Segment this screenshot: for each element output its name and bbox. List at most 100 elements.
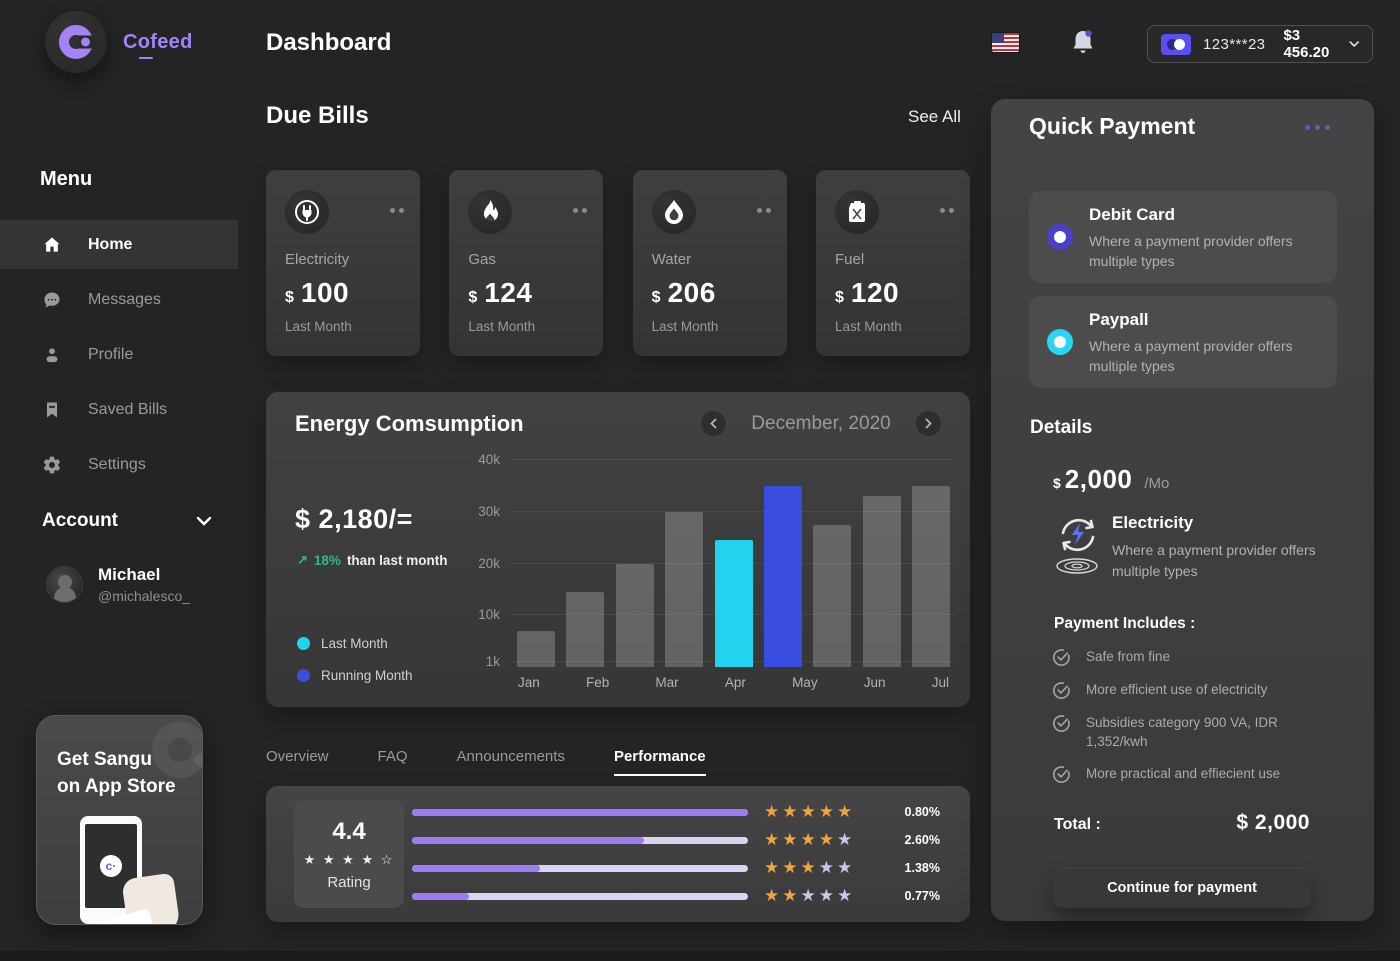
chart-bars — [512, 460, 955, 667]
rating-progress — [412, 865, 748, 872]
chart-bar[interactable] — [863, 496, 901, 667]
sidebar-item-saved-bills[interactable]: Saved Bills — [0, 385, 238, 434]
sidebar-item-settings[interactable]: Settings — [0, 440, 238, 489]
rating-progress — [412, 837, 748, 844]
chart-bar[interactable] — [616, 564, 654, 668]
monthly-price: $ 2,000 /Mo — [1053, 464, 1169, 495]
tab-performance[interactable]: Performance — [614, 748, 706, 776]
page-title: Dashboard — [266, 29, 391, 57]
card-menu[interactable] — [390, 208, 404, 213]
sidebar-item-home[interactable]: Home — [0, 220, 238, 269]
legend-last-month: Last Month — [297, 636, 413, 651]
appstore-promo-card[interactable]: Get Sangu on App Store c· — [36, 715, 203, 925]
bill-card-fuel[interactable]: Fuel $120 Last Month — [816, 170, 970, 356]
prev-month-button[interactable] — [701, 411, 726, 436]
include-item: More practical and effiecient use — [1052, 764, 1332, 784]
continue-payment-button[interactable]: Continue for payment — [1053, 868, 1311, 908]
star-rating-icons: ★★★★★ — [764, 802, 876, 822]
rating-percent: 0.77% — [892, 889, 940, 903]
home-icon — [42, 235, 62, 255]
language-flag-icon[interactable] — [992, 33, 1019, 52]
check-circle-icon — [1052, 765, 1071, 784]
chart-legend: Last Month Running Month — [297, 636, 413, 700]
chart-title: Energy Comsumption — [295, 411, 524, 437]
rating-percent: 0.80% — [892, 805, 940, 819]
bill-card-electricity[interactable]: Electricity $100 Last Month — [266, 170, 420, 356]
brand-name: Cofeed — [123, 31, 193, 54]
account-heading: Account — [42, 510, 118, 532]
tab-overview[interactable]: Overview — [266, 748, 329, 776]
include-item: Subsidies category 900 VA, IDR 1,352/kwh — [1052, 713, 1332, 751]
next-month-button[interactable] — [916, 411, 941, 436]
service-desc: Where a payment provider offers multiple… — [1112, 540, 1354, 582]
card-selector[interactable]: 123***23 $3 456.20 — [1147, 25, 1373, 63]
rating-percent: 1.38% — [892, 861, 940, 875]
radio-debit-card[interactable] — [1047, 224, 1073, 250]
quick-payment-title: Quick Payment — [1029, 113, 1195, 140]
chevron-down-icon — [196, 516, 212, 526]
rating-row: ★★★★★ 1.38% — [412, 854, 940, 882]
bill-period: Last Month — [652, 319, 768, 334]
tab-announcements[interactable]: Announcements — [457, 748, 565, 776]
performance-rating-card: 4.4 ★ ★ ★ ★ ☆ Rating ★★★★★ 0.80% ★★★★★ 2… — [266, 786, 970, 922]
sidebar: Cofeed Menu Home Messages Profile Saved … — [0, 0, 240, 961]
bill-period: Last Month — [468, 319, 584, 334]
cofeed-logo-icon[interactable] — [45, 11, 107, 73]
bill-amount: $124 — [468, 277, 584, 309]
user-name: Michael — [98, 565, 190, 585]
chat-icon — [42, 290, 62, 310]
chart-bar[interactable] — [517, 631, 555, 667]
sidebar-item-label: Saved Bills — [88, 401, 167, 419]
radio-paypall[interactable] — [1047, 329, 1073, 355]
fuel-can-icon — [835, 190, 879, 234]
total-label: Total : — [1054, 816, 1101, 834]
bottom-edge — [0, 951, 1400, 961]
account-section-toggle[interactable]: Account — [42, 510, 212, 532]
check-circle-icon — [1052, 648, 1071, 667]
person-icon — [42, 345, 62, 365]
total-row: Total : $ 2,000 — [1054, 811, 1310, 835]
bill-label: Electricity — [285, 251, 401, 268]
total-value: $ 2,000 — [1236, 811, 1310, 835]
notifications-bell-icon[interactable] — [1070, 29, 1096, 57]
bill-amount: $120 — [835, 277, 951, 309]
chart-bar[interactable] — [715, 540, 753, 667]
rating-label: Rating — [327, 874, 370, 891]
include-item: Safe from fine — [1052, 647, 1332, 667]
chart-bar[interactable] — [813, 525, 851, 667]
sidebar-item-label: Messages — [88, 291, 161, 309]
bookmark-icon — [42, 400, 62, 420]
card-menu[interactable] — [573, 208, 587, 213]
bill-card-gas[interactable]: Gas $124 Last Month — [449, 170, 603, 356]
rating-score-stars: ★ ★ ★ ★ ☆ — [304, 852, 395, 868]
chart-period-nav: December, 2020 — [701, 411, 941, 436]
droplet-icon — [652, 190, 696, 234]
bar-chart-plot: 40k 30k 20k 10k 1k — [512, 460, 955, 667]
rating-row: ★★★★★ 0.80% — [412, 798, 940, 826]
chevron-left-icon — [710, 418, 717, 429]
bill-label: Water — [652, 251, 768, 268]
chart-bar[interactable] — [566, 592, 604, 667]
sidebar-item-profile[interactable]: Profile — [0, 330, 238, 379]
sidebar-item-messages[interactable]: Messages — [0, 275, 238, 324]
legend-dot-cyan — [297, 637, 310, 650]
rating-score-box: 4.4 ★ ★ ★ ★ ☆ Rating — [294, 800, 404, 908]
see-all-link[interactable]: See All — [908, 107, 961, 127]
payment-option-paypall[interactable]: Paypall Where a payment provider offers … — [1029, 296, 1337, 388]
payment-option-debit-card[interactable]: Debit Card Where a payment provider offe… — [1029, 191, 1337, 283]
user-handle: @michalesco_ — [98, 588, 190, 604]
gear-icon — [42, 455, 62, 475]
bill-label: Gas — [468, 251, 584, 268]
bill-card-water[interactable]: Water $206 Last Month — [633, 170, 787, 356]
card-menu[interactable] — [757, 208, 771, 213]
tab-faq[interactable]: FAQ — [378, 748, 408, 776]
sidebar-nav: Home Messages Profile Saved Bills Settin… — [0, 220, 238, 495]
chart-bar[interactable] — [764, 486, 802, 667]
y-axis-tick: 20k — [478, 556, 500, 571]
panel-ellipsis-menu-icon[interactable] — [1305, 125, 1330, 130]
chart-bar[interactable] — [665, 512, 703, 667]
card-menu[interactable] — [940, 208, 954, 213]
check-circle-icon — [1052, 681, 1071, 700]
user-profile[interactable]: Michael @michalesco_ — [46, 565, 190, 604]
chart-bar[interactable] — [912, 486, 950, 667]
